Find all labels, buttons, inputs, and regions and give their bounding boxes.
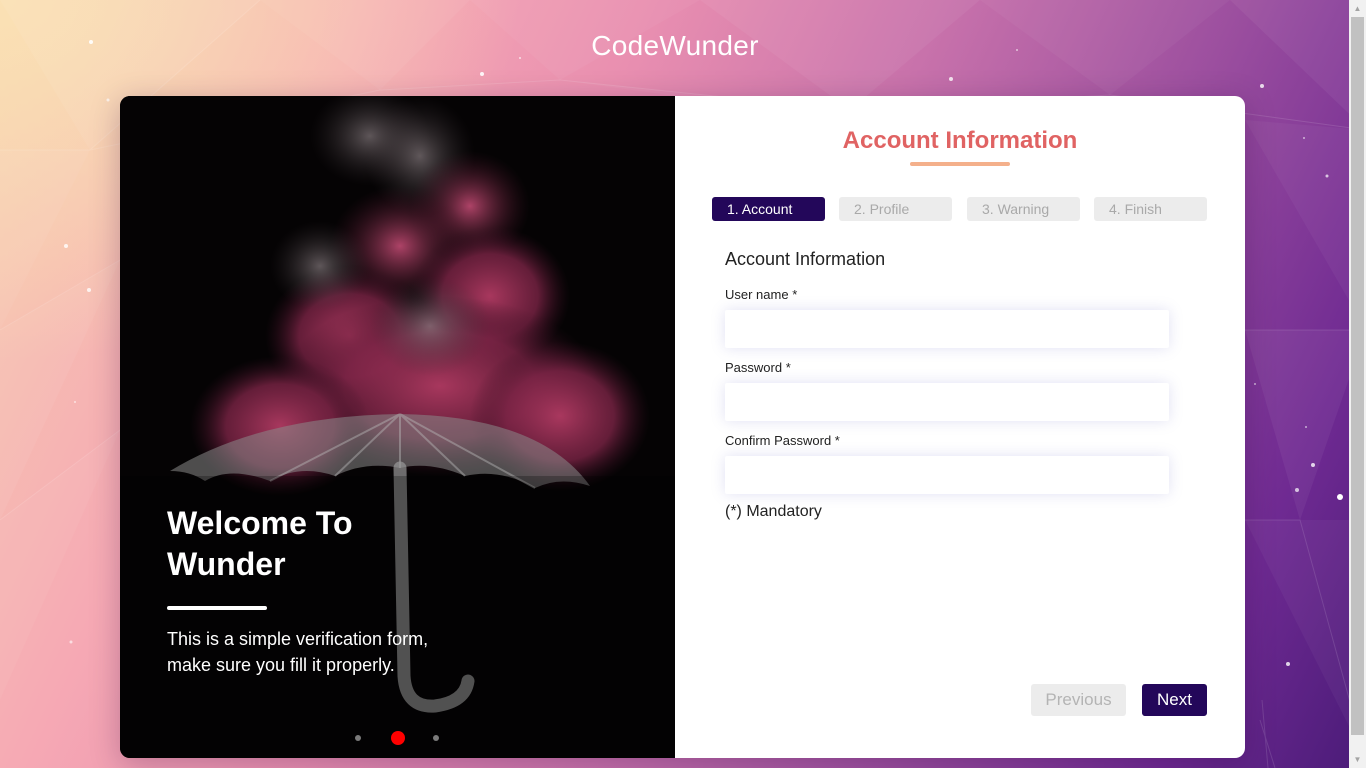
carousel-dot-1[interactable]	[355, 735, 361, 741]
form-heading-underline	[910, 162, 1010, 166]
step-finish-tab[interactable]: 4. Finish	[1094, 197, 1207, 221]
step-account-tab[interactable]: 1. Account	[712, 197, 825, 221]
username-label: User name *	[725, 287, 798, 302]
password-input[interactable]	[725, 383, 1169, 421]
form-panel: Account Information 1. Account 2. Profil…	[675, 96, 1245, 758]
step-warning-tab[interactable]: 3. Warning	[967, 197, 1080, 221]
welcome-text: This is a simple verification form, make…	[167, 629, 429, 675]
password-label: Password *	[725, 360, 791, 375]
carousel-indicators	[120, 730, 675, 746]
username-input[interactable]	[725, 310, 1169, 348]
mandatory-note: (*) Mandatory	[725, 503, 822, 520]
welcome-underline	[167, 606, 267, 610]
carousel-dot-2-active[interactable]	[391, 731, 405, 745]
welcome-title: Welcome To Wunder	[167, 505, 353, 582]
next-button[interactable]: Next	[1142, 684, 1207, 716]
previous-button[interactable]: Previous	[1031, 684, 1126, 716]
confirm-password-input[interactable]	[725, 456, 1169, 494]
wizard-card: Welcome To Wunder This is a simple verif…	[120, 96, 1245, 758]
carousel-dot-3[interactable]	[433, 735, 439, 741]
step-profile-tab[interactable]: 2. Profile	[839, 197, 952, 221]
vertical-scrollbar[interactable]: ▲ ▼	[1349, 0, 1366, 768]
scroll-up-arrow-icon[interactable]: ▲	[1349, 0, 1366, 17]
hero-panel: Welcome To Wunder This is a simple verif…	[120, 96, 675, 758]
scroll-down-arrow-icon[interactable]: ▼	[1349, 751, 1366, 768]
scrollbar-thumb[interactable]	[1351, 17, 1364, 735]
site-title: CodeWunder	[591, 30, 759, 61]
confirm-password-label: Confirm Password *	[725, 433, 840, 448]
section-title: Account Information	[725, 249, 886, 269]
form-heading: Account Information	[842, 127, 1078, 154]
